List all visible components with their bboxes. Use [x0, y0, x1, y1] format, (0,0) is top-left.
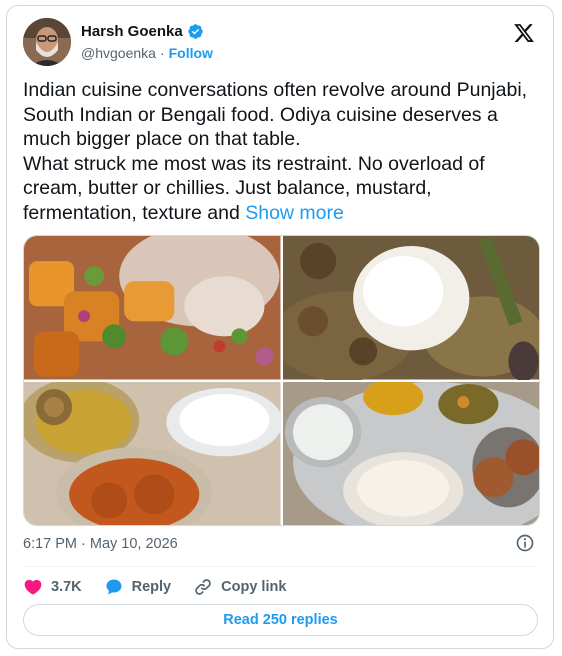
photo-potato-curry[interactable]: [24, 236, 281, 380]
info-icon[interactable]: [515, 533, 535, 553]
copy-link-button[interactable]: Copy link: [193, 577, 286, 597]
reply-label: Reply: [131, 579, 172, 595]
copy-link-label: Copy link: [221, 579, 287, 595]
read-replies-label: Read 250 replies: [223, 612, 338, 628]
follow-button[interactable]: Follow: [169, 45, 213, 61]
tweet-card: Harsh Goenka @hvgoenka · Follow Indian c…: [6, 5, 554, 649]
verified-badge-icon: [187, 24, 203, 39]
tweet-paragraph-2: What struck me most was its restraint. N…: [23, 152, 538, 226]
like-button[interactable]: 3.7K: [23, 577, 82, 597]
reply-button[interactable]: Reply: [104, 577, 172, 597]
separator-dot: ·: [159, 45, 165, 61]
photo-steel-thali[interactable]: [282, 381, 539, 525]
author-handle[interactable]: @hvgoenka: [81, 45, 156, 61]
action-bar: 3.7K Reply Copy link: [23, 572, 286, 602]
heart-icon: [24, 579, 42, 595]
tweet-text: Indian cuisine conversations often revol…: [23, 78, 538, 225]
x-logo-icon[interactable]: [513, 22, 535, 44]
show-more-link[interactable]: Show more: [245, 202, 344, 224]
handle-row: @hvgoenka · Follow: [81, 45, 213, 61]
read-replies-button[interactable]: Read 250 replies: [23, 604, 538, 636]
divider: [23, 566, 537, 567]
avatar[interactable]: [23, 18, 71, 66]
photo-dal-thali[interactable]: [24, 381, 281, 525]
tweet-timestamp[interactable]: 6:17 PM · May 10, 2026: [23, 536, 178, 552]
speech-bubble-icon: [106, 579, 122, 595]
media-grid: [23, 235, 540, 526]
like-count: 3.7K: [51, 579, 82, 595]
photo-rice-curry[interactable]: [282, 236, 539, 380]
tweet-paragraph-1: Indian cuisine conversations often revol…: [23, 79, 528, 150]
author-name[interactable]: Harsh Goenka: [81, 23, 183, 40]
name-row: Harsh Goenka: [81, 23, 204, 40]
tweet-header: Harsh Goenka @hvgoenka · Follow: [23, 18, 537, 68]
link-icon: [195, 579, 211, 595]
